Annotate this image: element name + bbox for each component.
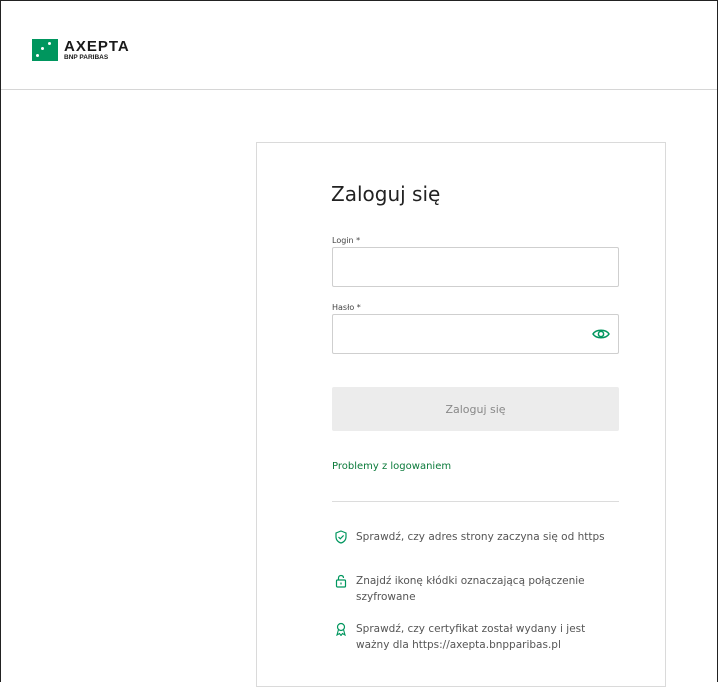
login-submit-button[interactable]: Zaloguj się bbox=[332, 387, 619, 431]
logo-name: AXEPTA bbox=[64, 38, 130, 55]
padlock-icon bbox=[335, 574, 347, 588]
login-problems-link[interactable]: Problemy z logowaniem bbox=[332, 461, 451, 472]
shield-check-icon bbox=[335, 530, 347, 544]
page-title: Zaloguj się bbox=[331, 182, 441, 206]
login-submit-label: Zaloguj się bbox=[445, 402, 506, 416]
tip-https: Sprawdź, czy adres strony zaczyna się od… bbox=[356, 531, 605, 543]
certificate-award-icon bbox=[336, 622, 346, 636]
password-input[interactable] bbox=[332, 314, 619, 354]
password-label: Hasło * bbox=[332, 303, 361, 312]
login-label: Login * bbox=[332, 236, 361, 245]
show-password-eye-icon[interactable] bbox=[592, 327, 610, 341]
axepta-logo[interactable]: AXEPTA BNP PARIBAS bbox=[32, 39, 130, 62]
login-input[interactable] bbox=[332, 247, 619, 287]
logo-subtitle: BNP PARIBAS bbox=[64, 54, 109, 61]
top-header: AXEPTA BNP PARIBAS bbox=[1, 1, 717, 90]
logo-text: AXEPTA BNP PARIBAS bbox=[64, 39, 130, 62]
divider bbox=[332, 501, 619, 502]
tip-certificate: Sprawdź, czy certyfikat został wydany i … bbox=[356, 623, 586, 651]
bnp-logo-mark-icon bbox=[32, 39, 58, 62]
tip-padlock: Znajdź ikonę kłódki oznaczającą połączen… bbox=[356, 575, 585, 603]
